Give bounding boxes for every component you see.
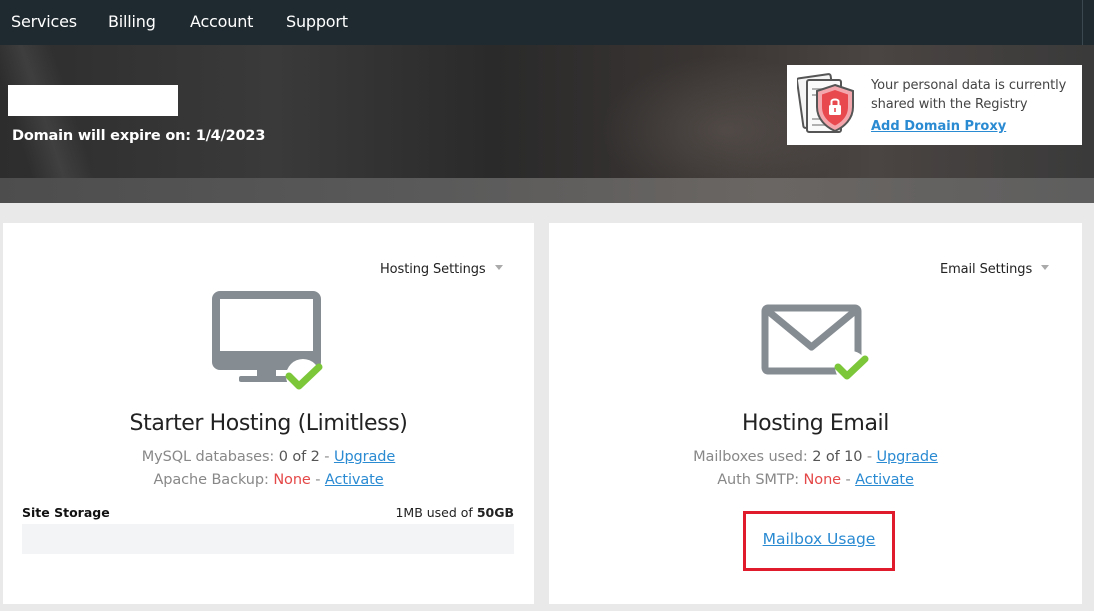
mailbox-usage-highlight: Mailbox Usage	[743, 511, 895, 571]
privacy-message: Your personal data is currently shared w…	[871, 78, 1067, 112]
add-domain-proxy-link[interactable]: Add Domain Proxy	[871, 119, 1006, 134]
mailboxes-label: Mailboxes used:	[693, 449, 808, 465]
email-settings-label: Email Settings	[940, 262, 1033, 277]
auth-smtp-label: Auth SMTP:	[717, 472, 800, 488]
envelope-check-icon	[761, 304, 869, 383]
auth-smtp-value: None	[803, 472, 842, 488]
auth-smtp-row: Auth SMTP: None - Activate	[549, 472, 1082, 488]
nav-edge	[1082, 0, 1094, 45]
auth-smtp-sep: -	[840, 472, 856, 488]
nav-support[interactable]: Support	[286, 12, 348, 31]
nav-billing[interactable]: Billing	[108, 12, 156, 31]
mysql-label: MySQL databases:	[141, 449, 275, 465]
storage-total: 50GB	[476, 505, 514, 520]
auth-smtp-activate-link[interactable]: Activate	[855, 472, 914, 488]
top-navigation: Services Billing Account Support	[0, 0, 1094, 45]
mailboxes-upgrade-link[interactable]: Upgrade	[877, 449, 938, 465]
site-storage-label: Site Storage	[22, 505, 110, 520]
domain-expiration-text: Domain will expire on: 1/4/2023	[12, 128, 266, 144]
monitor-check-icon	[212, 291, 323, 393]
hero-bottom-band	[0, 178, 1094, 203]
caret-down-icon	[1041, 265, 1050, 270]
page-bottom-strip	[0, 604, 1094, 611]
site-storage-progress-bar	[22, 524, 514, 554]
apache-backup-sep: -	[315, 472, 325, 488]
apache-backup-activate-link[interactable]: Activate	[325, 472, 384, 488]
privacy-notice-card: Your personal data is currently shared w…	[787, 65, 1082, 145]
storage-used-text: 1MB used of	[395, 505, 473, 520]
nav-services[interactable]: Services	[11, 12, 77, 31]
hosting-settings-dropdown[interactable]: Hosting Settings	[380, 262, 503, 277]
mailboxes-sep: -	[862, 449, 877, 465]
email-plan-title: Hosting Email	[742, 411, 889, 436]
apache-backup-value: None	[273, 472, 311, 488]
email-card: Email Settings Hosting Email Mailboxes u…	[549, 223, 1082, 604]
mailboxes-value: 2 of 10	[812, 449, 863, 465]
mailbox-usage-link[interactable]: Mailbox Usage	[746, 530, 892, 548]
email-settings-dropdown[interactable]: Email Settings	[940, 262, 1050, 277]
mysql-upgrade-link[interactable]: Upgrade	[334, 449, 395, 465]
shield-lock-document-icon	[797, 73, 854, 133]
domain-name-redacted	[8, 85, 178, 116]
apache-backup-label: Apache Backup:	[153, 472, 269, 488]
hosting-settings-label: Hosting Settings	[380, 262, 486, 277]
hosting-plan-title: Starter Hosting (Limitless)	[129, 411, 408, 436]
mailboxes-used-row: Mailboxes used: 2 of 10 - Upgrade	[549, 449, 1082, 465]
mysql-databases-row: MySQL databases: 0 of 2 - Upgrade	[3, 449, 534, 465]
nav-account[interactable]: Account	[190, 12, 253, 31]
mysql-value: 0 of 2	[278, 449, 320, 465]
site-storage-usage: 1MB used of 50GB	[395, 505, 514, 520]
apache-backup-row: Apache Backup: None - Activate	[3, 472, 534, 488]
mysql-sep: -	[319, 449, 334, 465]
hosting-card: Hosting Settings Starter Hosting (Limitl…	[3, 223, 534, 604]
caret-down-icon	[494, 265, 503, 270]
